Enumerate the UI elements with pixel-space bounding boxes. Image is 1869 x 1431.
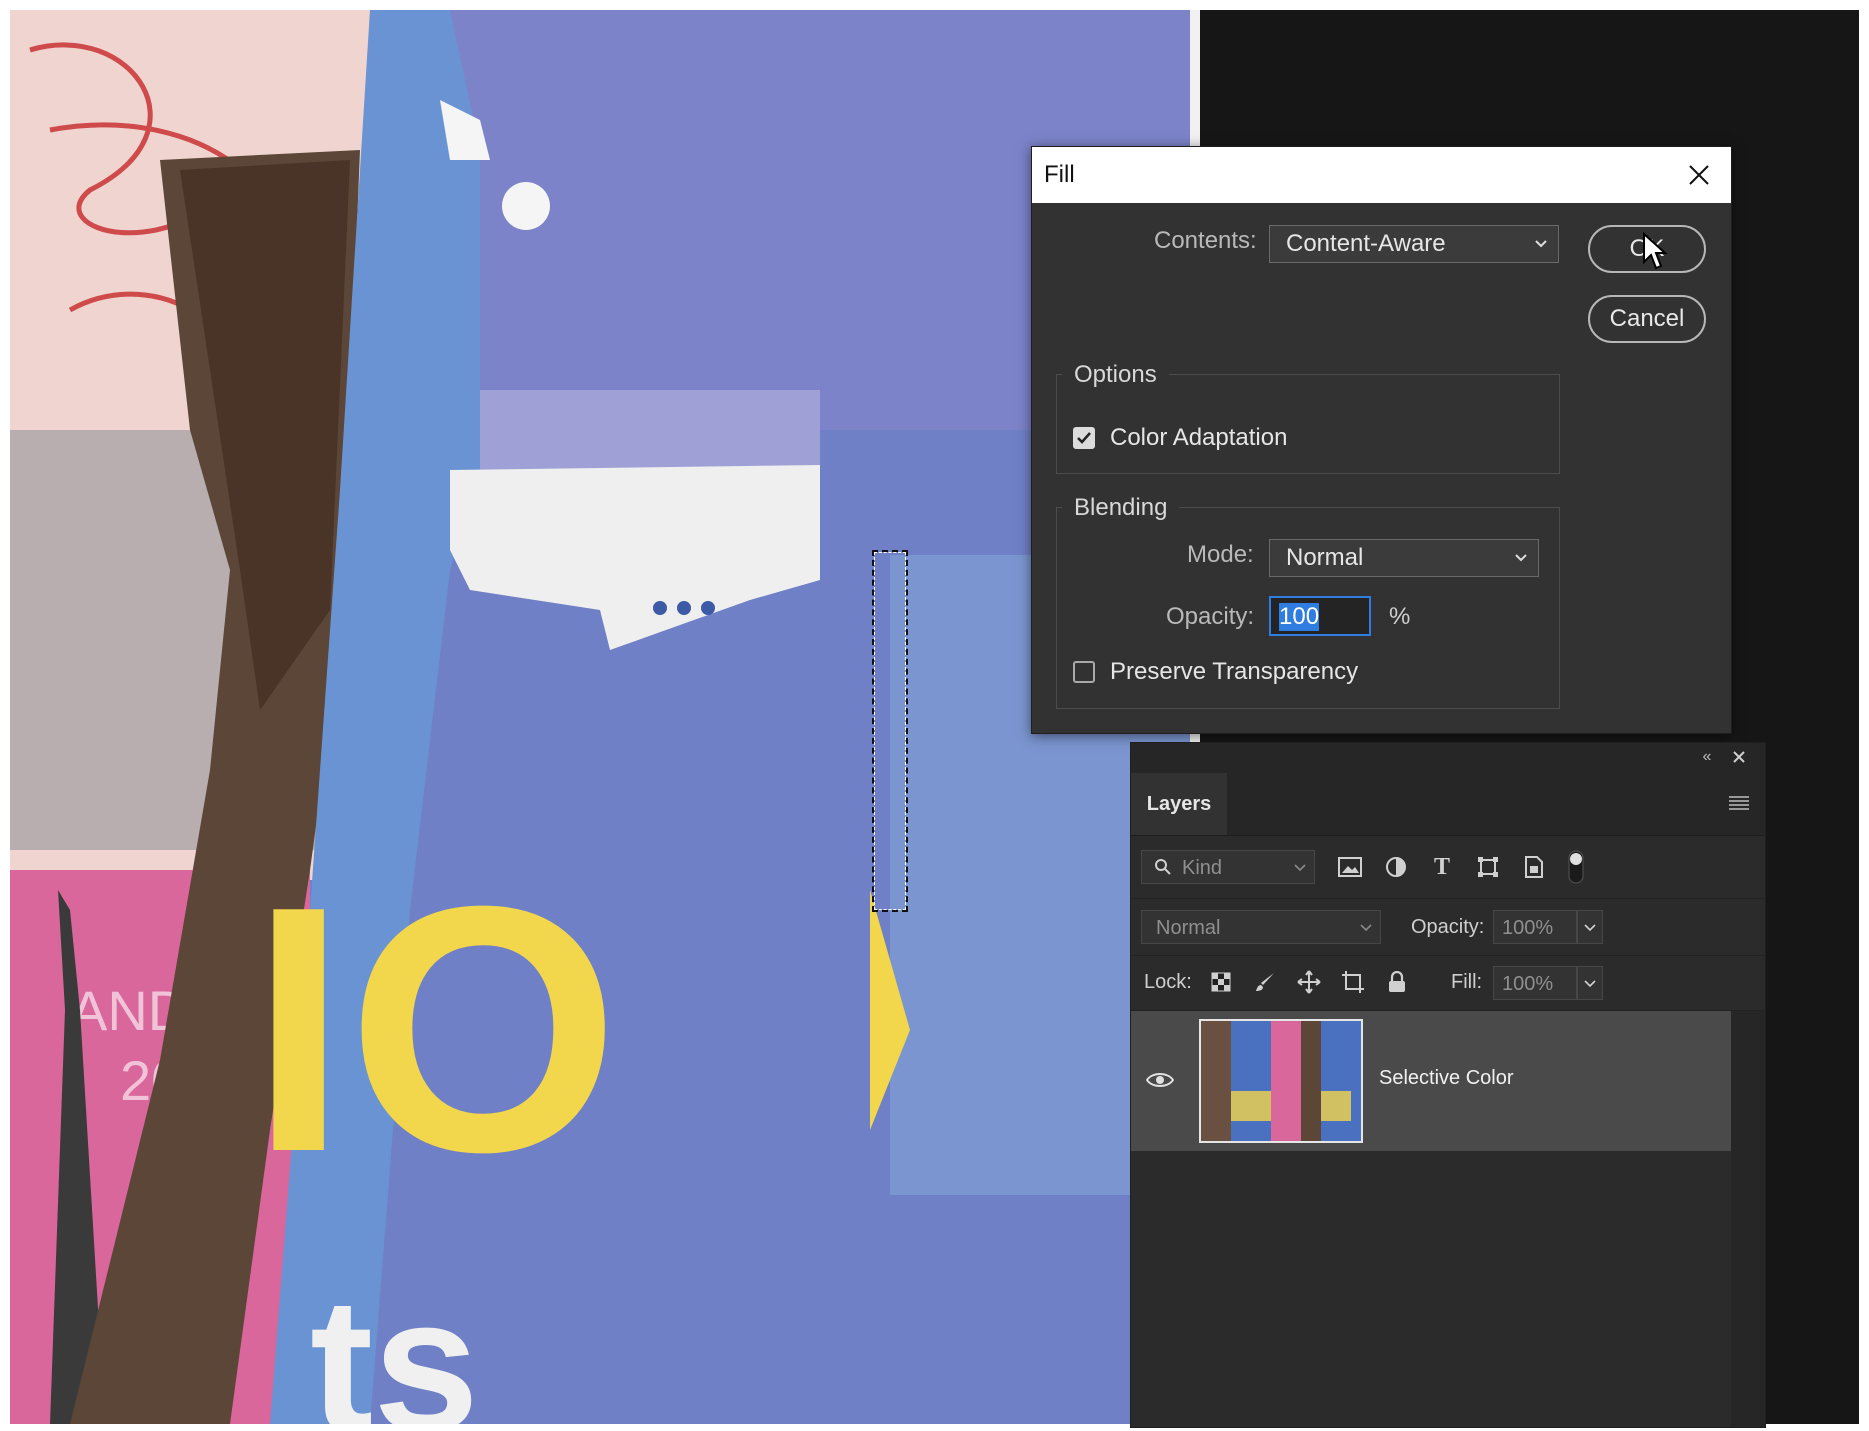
opacity-label: Opacity: — [1166, 603, 1255, 630]
fill-dialog: Fill Contents: Content-Aware OK Cancel O… — [1031, 146, 1732, 734]
lock-artboard-icon[interactable] — [1341, 970, 1365, 994]
fill-value: 100% — [1502, 973, 1554, 995]
visibility-eye-icon[interactable] — [1145, 1067, 1175, 1093]
close-icon — [1733, 751, 1745, 763]
filter-adjustment-icon[interactable] — [1383, 854, 1409, 880]
fill-label: Fill: — [1451, 971, 1483, 993]
chevron-down-icon — [1360, 924, 1372, 932]
tab-layers[interactable]: Layers — [1131, 773, 1227, 835]
search-icon — [1155, 859, 1171, 875]
blending-title: Blending — [1062, 494, 1180, 522]
poster-small-word: ts — [310, 1259, 479, 1424]
lock-image-pixels-icon[interactable] — [1253, 970, 1277, 994]
filter-smart-object-icon[interactable] — [1521, 854, 1547, 880]
filter-pixel-icon[interactable] — [1337, 854, 1363, 880]
dialog-titlebar[interactable]: Fill — [1032, 147, 1731, 203]
opacity-value: 100 — [1279, 603, 1320, 631]
fill-field[interactable]: 100% — [1493, 966, 1577, 1000]
preserve-transparency-checkbox[interactable] — [1073, 661, 1095, 683]
panel-menu-icon[interactable] — [1727, 793, 1751, 813]
layers-panel: « Layers Kind T Normal Opacity: 100% Loc… — [1130, 742, 1766, 1428]
mode-dropdown[interactable]: Normal — [1269, 539, 1539, 577]
dialog-title: Fill — [1044, 161, 1075, 188]
poster-big-word: IO — [250, 834, 619, 1225]
layer-thumbnail[interactable] — [1199, 1019, 1363, 1143]
mode-label: Mode: — [1187, 541, 1254, 568]
hamburger-menu-icon — [1729, 796, 1749, 810]
fill-stepper[interactable] — [1577, 966, 1603, 1000]
cancel-label: Cancel — [1609, 305, 1685, 332]
close-button[interactable] — [1667, 147, 1731, 203]
layer-name: Selective Color — [1379, 1067, 1514, 1089]
chevron-down-icon — [1515, 554, 1527, 562]
preserve-transparency-label: Preserve Transparency — [1110, 658, 1359, 685]
opacity-unit: % — [1389, 603, 1411, 630]
layer-opacity-field[interactable]: 100% — [1493, 910, 1577, 944]
chevron-down-icon — [1535, 240, 1547, 248]
blend-mode-value: Normal — [1156, 917, 1221, 939]
collapse-icon[interactable]: « — [1697, 747, 1717, 767]
layer-filter-row: Kind T — [1131, 836, 1765, 899]
color-adaptation-checkbox[interactable] — [1073, 427, 1095, 449]
layer-opacity-label: Opacity: — [1411, 916, 1485, 938]
layer-opacity-stepper[interactable] — [1577, 910, 1603, 944]
lock-position-icon[interactable] — [1297, 970, 1321, 994]
contents-value: Content-Aware — [1286, 230, 1446, 257]
panel-tabs: Layers — [1131, 773, 1765, 836]
options-title: Options — [1062, 361, 1169, 389]
selection-marquee[interactable] — [872, 550, 908, 912]
chevron-down-icon — [1584, 980, 1596, 988]
opacity-input[interactable]: 100 — [1269, 596, 1371, 636]
filter-kind-placeholder: Kind — [1182, 857, 1223, 879]
layer-opacity-value: 100% — [1502, 917, 1554, 939]
lock-transparent-pixels-icon[interactable] — [1209, 970, 1233, 994]
blend-mode-dropdown[interactable]: Normal — [1141, 910, 1381, 944]
contents-dropdown[interactable]: Content-Aware — [1269, 225, 1559, 263]
cancel-button[interactable]: Cancel — [1588, 295, 1706, 343]
document-canvas[interactable]: AND 20 IO ts — [10, 10, 1190, 1424]
filter-kind-dropdown[interactable]: Kind — [1141, 850, 1315, 884]
mode-value: Normal — [1286, 544, 1364, 571]
contents-label: Contents: — [1154, 227, 1257, 254]
layers-scrollbar[interactable] — [1731, 1011, 1765, 1427]
checkmark-icon — [1077, 432, 1091, 444]
lock-row: Lock: Fill: 100% — [1131, 956, 1765, 1011]
panel-close-button[interactable] — [1729, 747, 1749, 767]
tab-label: Layers — [1146, 792, 1212, 815]
mouse-cursor-icon — [1643, 232, 1668, 270]
filter-toggle[interactable] — [1567, 850, 1585, 884]
filter-type-icon[interactable]: T — [1429, 854, 1455, 880]
color-adaptation-label: Color Adaptation — [1110, 424, 1288, 451]
chevron-down-icon — [1584, 924, 1596, 932]
panel-topbar[interactable]: « — [1131, 743, 1765, 773]
close-icon — [1689, 165, 1709, 185]
layer-thumbnail-image — [1201, 1021, 1361, 1141]
lock-label: Lock: — [1144, 971, 1192, 993]
chevron-down-icon — [1294, 864, 1306, 872]
filter-shape-icon[interactable] — [1475, 854, 1501, 880]
layer-row-selective-color[interactable]: Selective Color — [1131, 1011, 1731, 1151]
blend-row: Normal Opacity: 100% — [1131, 899, 1765, 956]
artwork-collage: AND 20 IO ts — [10, 10, 1190, 1424]
lock-all-icon[interactable] — [1385, 970, 1409, 994]
